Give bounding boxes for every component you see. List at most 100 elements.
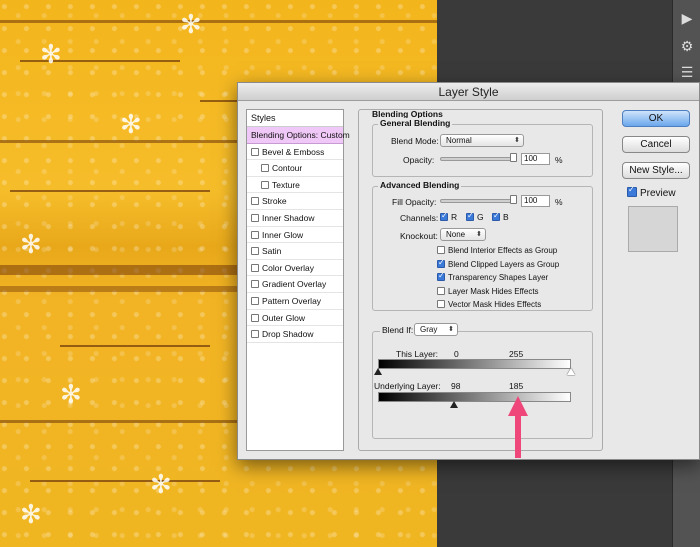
underlying-layer-low-value: 98 <box>451 381 461 391</box>
option-checkbox[interactable] <box>437 271 445 281</box>
underlying-layer-high-value: 185 <box>509 381 524 391</box>
styles-item-blending-options-custom[interactable]: Blending Options: Custom <box>247 127 350 144</box>
dandelion-decoration: ✻ <box>40 40 62 70</box>
styles-item-checkbox[interactable] <box>251 230 259 239</box>
channel-b-toggle[interactable]: B <box>492 211 509 222</box>
channel-label: G <box>477 212 484 222</box>
styles-item-label: Blending Options: Custom <box>251 130 350 140</box>
styles-item-gradient-overlay[interactable]: Gradient Overlay <box>247 276 343 293</box>
styles-item-checkbox[interactable] <box>261 164 269 173</box>
channels-label: Channels: <box>400 213 439 223</box>
styles-item-texture[interactable]: Texture <box>247 177 343 194</box>
opacity-label: Opacity: <box>403 155 435 165</box>
channel-checkbox[interactable] <box>466 211 474 221</box>
option-label: Vector Mask Hides Effects <box>448 300 542 309</box>
channel-g-toggle[interactable]: G <box>466 211 484 222</box>
knockout-value: None <box>446 230 466 239</box>
fill-opacity-input[interactable]: 100 <box>521 195 550 207</box>
option-checkbox[interactable] <box>437 246 445 254</box>
cancel-button[interactable]: Cancel <box>622 136 690 153</box>
fill-opacity-slider-thumb[interactable] <box>510 195 517 204</box>
advanced-options: Blend Interior Effects as Group Blend Cli… <box>437 246 597 311</box>
styles-item-checkbox[interactable] <box>261 180 269 189</box>
underlying-layer-label: Underlying Layer: <box>374 381 441 391</box>
option-blend-interior-effects-as-group[interactable]: Blend Interior Effects as Group <box>437 246 557 255</box>
preview-checkbox[interactable] <box>627 185 637 197</box>
styles-item-pattern-overlay[interactable]: Pattern Overlay <box>247 293 343 310</box>
option-label: Layer Mask Hides Effects <box>448 286 539 296</box>
styles-item-checkbox[interactable] <box>251 330 259 339</box>
option-checkbox[interactable] <box>437 286 445 295</box>
underlying-layer-black-slider[interactable] <box>450 401 458 408</box>
channel-checkbox[interactable] <box>440 211 448 221</box>
wood-grain <box>30 480 220 482</box>
styles-item-label: Stroke <box>262 196 287 207</box>
annotation-arrow-icon <box>508 396 528 458</box>
styles-item-label: Satin <box>262 246 282 257</box>
dandelion-decoration: ✻ <box>20 500 42 530</box>
general-blending-group <box>372 124 593 177</box>
styles-item-checkbox[interactable] <box>251 213 259 222</box>
styles-item-contour[interactable]: Contour <box>247 160 343 177</box>
option-checkbox[interactable] <box>437 300 445 308</box>
updown-arrows-icon: ⬍ <box>514 136 520 144</box>
this-layer-white-slider[interactable] <box>567 368 575 375</box>
styles-item-outer-glow[interactable]: Outer Glow <box>247 310 343 327</box>
styles-item-inner-glow[interactable]: Inner Glow <box>247 227 343 244</box>
blend-if-label: Blend If: <box>380 325 416 335</box>
knockout-select[interactable]: None ⬍ <box>440 228 486 241</box>
this-layer-gradient[interactable] <box>378 359 571 369</box>
styles-item-checkbox[interactable] <box>251 313 259 322</box>
option-label: Blend Interior Effects as Group <box>448 246 558 255</box>
dandelion-decoration: ✻ <box>120 110 142 140</box>
styles-item-color-overlay[interactable]: Color Overlay <box>247 260 343 277</box>
ok-button[interactable]: OK <box>622 110 690 127</box>
styles-item-inner-shadow[interactable]: Inner Shadow <box>247 210 343 227</box>
new-style-button[interactable]: New Style... <box>622 162 690 179</box>
dandelion-decoration: ✻ <box>150 470 172 500</box>
channel-checkbox[interactable] <box>492 211 500 221</box>
option-checkbox[interactable] <box>437 258 445 268</box>
styles-item-label: Contour <box>272 163 303 174</box>
opacity-slider[interactable] <box>440 153 517 162</box>
styles-item-checkbox[interactable] <box>251 296 259 305</box>
styles-item-checkbox[interactable] <box>251 263 259 272</box>
styles-item-checkbox[interactable] <box>251 147 259 156</box>
channel-label: R <box>451 212 458 222</box>
option-transparency-shapes-layer[interactable]: Transparency Shapes Layer <box>437 271 548 282</box>
wood-grain <box>60 345 210 347</box>
opacity-slider-thumb[interactable] <box>510 153 517 162</box>
wood-grain <box>10 190 210 192</box>
this-layer-low-value: 0 <box>454 349 459 359</box>
this-layer-high-value: 255 <box>509 349 524 359</box>
this-layer-black-slider[interactable] <box>374 368 382 375</box>
styles-item-satin[interactable]: Satin <box>247 243 343 260</box>
styles-item-label: Gradient Overlay <box>262 279 327 290</box>
fill-opacity-label: Fill Opacity: <box>392 197 437 207</box>
styles-item-label: Color Overlay <box>262 262 314 273</box>
styles-header[interactable]: Styles <box>247 110 343 127</box>
preview-toggle[interactable]: Preview <box>627 185 676 199</box>
channels-group: R GB <box>440 211 560 224</box>
layer-style-dialog: Layer Style Styles Blending Options: Cus… <box>237 82 700 460</box>
brush-preset-icon[interactable]: ⚙ <box>673 34 700 60</box>
styles-item-stroke[interactable]: Stroke <box>247 193 343 210</box>
underlying-layer-gradient[interactable] <box>378 392 571 402</box>
styles-item-label: Bevel & Emboss <box>262 146 325 157</box>
option-layer-mask-hides-effects[interactable]: Layer Mask Hides Effects <box>437 286 539 296</box>
blend-if-select[interactable]: Gray ⬍ <box>414 323 458 336</box>
styles-item-drop-shadow[interactable]: Drop Shadow <box>247 326 343 343</box>
styles-item-checkbox[interactable] <box>251 280 259 289</box>
fill-opacity-slider[interactable] <box>440 195 517 204</box>
styles-item-label: Drop Shadow <box>262 329 314 340</box>
option-vector-mask-hides-effects[interactable]: Vector Mask Hides Effects <box>437 300 541 309</box>
general-blending-title: General Blending <box>378 118 453 128</box>
styles-item-checkbox[interactable] <box>251 247 259 256</box>
option-blend-clipped-layers-as-group[interactable]: Blend Clipped Layers as Group <box>437 258 559 269</box>
channel-r-toggle[interactable]: R <box>440 211 458 222</box>
play-icon[interactable]: ▶ <box>673 6 700 32</box>
styles-item-bevel-emboss[interactable]: Bevel & Emboss <box>247 144 343 161</box>
blend-mode-select[interactable]: Normal ⬍ <box>440 134 524 147</box>
opacity-input[interactable]: 100 <box>521 153 550 165</box>
styles-item-checkbox[interactable] <box>251 197 259 206</box>
